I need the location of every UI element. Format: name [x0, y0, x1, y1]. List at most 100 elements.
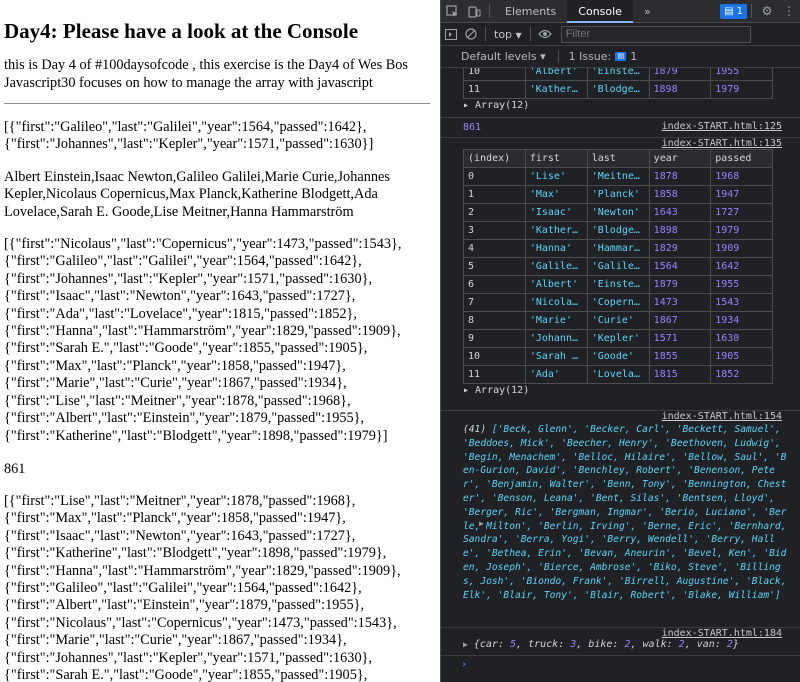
eye-icon[interactable]: [535, 23, 555, 46]
table-cell: 1898: [648, 80, 712, 99]
console-levels-bar: Default levels ▾ 1 Issue: ▤ 1: [441, 46, 800, 68]
inspect-element-icon[interactable]: [441, 0, 463, 23]
output-line: Albert Einstein,Isaac Newton,Galileo Gal…: [4, 168, 390, 185]
console-message: 10 'Albert' 'Einste… 1879 1955 11 'Kathe…: [441, 68, 800, 118]
expand-caret-icon[interactable]: ▶: [479, 519, 484, 528]
table-cell: 11: [463, 80, 526, 99]
table-row: 5 'Galile… 'Galile… 1564 1642: [463, 257, 773, 276]
table-cell: 1979: [710, 221, 773, 240]
tab-elements[interactable]: Elements: [494, 0, 567, 23]
table-cell: 'Kather…: [524, 80, 588, 99]
table-cell: 'Hanna': [524, 239, 588, 258]
console-table: 10 'Albert' 'Einste… 1879 1955 11 'Kathe…: [463, 68, 773, 99]
source-link[interactable]: index-START.html:125: [662, 121, 782, 132]
array-toggle[interactable]: ▸ Array(12): [463, 99, 800, 113]
separator: [751, 4, 752, 18]
separator: [489, 4, 490, 18]
array-toggle[interactable]: ▸ Array(12): [463, 384, 800, 398]
kebab-menu-icon[interactable]: ⋮: [778, 0, 800, 23]
source-link[interactable]: index-START.html:135: [662, 138, 782, 149]
devtools-panel: Elements Console » ▤1 ⚙ ⋮ top ▼ Default …: [440, 0, 800, 682]
context-selector[interactable]: top ▼: [490, 28, 526, 41]
column-header[interactable]: first: [524, 149, 588, 168]
obj-key: walk: [642, 639, 667, 650]
output-sorted-lived: [{"first":"Lise","last":"Meitner","year"…: [4, 493, 440, 682]
table-row: 10 'Sarah … 'Goode' 1855 1905: [463, 347, 773, 366]
output-line: {"first":"Johannes","last":"Kepler","yea…: [4, 649, 373, 666]
device-toggle-icon[interactable]: [463, 0, 485, 23]
table-cell: 'Isaac': [524, 203, 588, 222]
table-cell: 0: [463, 167, 526, 186]
brace-close: }: [732, 639, 739, 650]
table-cell: 2: [463, 203, 526, 222]
table-row: 8 'Marie' 'Curie' 1867 1934: [463, 311, 773, 330]
output-line: {"first":"Max","last":"Planck","year":18…: [4, 357, 346, 374]
table-cell: 'Sarah …: [524, 347, 588, 366]
console-table: (index) first last year passed 0 'Lise' 'M…: [463, 149, 773, 384]
web-page: Day4: Please have a look at the Console …: [0, 0, 440, 682]
clear-console-icon[interactable]: [461, 23, 481, 46]
tab-console[interactable]: Console: [567, 0, 633, 23]
table-cell: 1867: [648, 311, 712, 330]
devtools-tabbar: Elements Console » ▤ 1 ⚙ ⋮: [441, 0, 800, 23]
array-count: (41): [463, 424, 487, 435]
output-total-years: 861: [4, 460, 26, 477]
output-line: {"first":"Johannes","last":"Kepler","yea…: [4, 136, 374, 153]
output-line: {"first":"Marie","last":"Curie","year":1…: [4, 632, 347, 649]
table-row: 10 'Albert' 'Einste… 1879 1955: [463, 68, 773, 81]
table-row: 6 'Albert' 'Einste… 1879 1955: [463, 275, 773, 294]
chevron-down-icon: ▼: [515, 30, 522, 40]
column-header[interactable]: last: [586, 149, 650, 168]
column-header[interactable]: year: [648, 149, 712, 168]
source-link[interactable]: index-START.html:154: [662, 411, 782, 422]
table-cell: 1852: [710, 365, 773, 384]
more-tabs-button[interactable]: »: [633, 0, 662, 23]
table-cell: 'Einste…: [586, 275, 650, 294]
array-preview: (41) ['Beck, Glenn', 'Becker, Carl', 'Be…: [441, 423, 800, 602]
divider: [4, 103, 430, 104]
output-line: {"first":"Ada","last":"Lovelace","year":…: [4, 305, 357, 322]
table-cell: 1643: [648, 203, 712, 222]
obj-key: bike: [588, 639, 613, 650]
table-cell: 'Goode': [586, 347, 650, 366]
table-cell: 1630: [710, 329, 773, 348]
table-header-row: (index) first last year passed: [463, 149, 773, 168]
issues-button[interactable]: 1 Issue: ▤ 1: [557, 50, 637, 63]
console-output[interactable]: 10 'Albert' 'Einste… 1879 1955 11 'Kathe…: [441, 68, 800, 682]
gear-icon[interactable]: ⚙: [756, 0, 778, 23]
table-cell: 'Johann…: [524, 329, 588, 348]
table-cell: 'Copern…: [586, 293, 650, 312]
column-header[interactable]: (index): [463, 149, 526, 168]
table-cell: 1879: [648, 275, 712, 294]
output-line: {"first":"Sarah E.","last":"Goode","year…: [4, 666, 368, 682]
table-cell: 5: [463, 257, 526, 276]
table-cell: 'Blodge…: [586, 221, 650, 240]
output-line: {"first":"Nicolaus","last":"Copernicus",…: [4, 614, 397, 631]
sidebar-toggle-icon[interactable]: [441, 23, 461, 46]
separator: [529, 27, 531, 41]
table-cell: 'Max': [524, 185, 588, 204]
default-levels-dropdown[interactable]: Default levels ▾: [461, 50, 546, 63]
expand-caret-icon[interactable]: ▶: [463, 640, 468, 649]
output-line: {"first":"Max","last":"Planck","year":18…: [4, 510, 346, 527]
table-cell: 11: [463, 365, 526, 384]
output-line: {"first":"Galileo","last":"Galilei","yea…: [4, 253, 362, 270]
column-header[interactable]: passed: [710, 149, 773, 168]
table-cell: 10: [463, 347, 526, 366]
issues-badge[interactable]: ▤ 1: [720, 3, 747, 19]
filter-input[interactable]: [560, 25, 751, 43]
message-icon: ▤: [724, 5, 734, 17]
output-filtered: [{"first":"Galileo","last":"Galilei","ye…: [4, 119, 440, 154]
table-body: 0 'Lise' 'Meitne… 1878 1968 1 'Max' 'Planck' 185…: [463, 167, 773, 384]
table-row: 2 'Isaac' 'Newton' 1643 1727: [463, 203, 773, 222]
obj-prop: bike: 2,: [588, 639, 643, 650]
output-line: {"first":"Isaac","last":"Newton","year":…: [4, 527, 356, 544]
table-cell: 1979: [710, 80, 773, 99]
console-prompt[interactable]: ›: [441, 656, 800, 674]
output-line: {"first":"Lise","last":"Meitner","year":…: [4, 392, 351, 409]
obj-prop: van: 2: [696, 639, 733, 650]
source-link[interactable]: index-START.html:184: [662, 628, 782, 639]
table-row: 9 'Johann… 'Kepler' 1571 1630: [463, 329, 773, 348]
obj-prop: walk: 2,: [642, 639, 697, 650]
obj-key: van: [696, 639, 715, 650]
